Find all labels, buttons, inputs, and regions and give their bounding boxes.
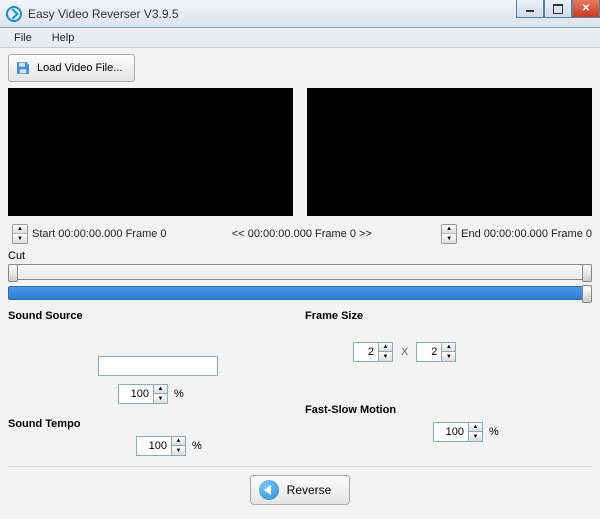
sound-source-percent-input[interactable] [119, 388, 153, 400]
menu-bar: File Help [0, 28, 600, 48]
spinner-down-icon[interactable]: ▼ [441, 352, 455, 361]
window-controls: ✕ [516, 0, 600, 18]
end-frame-spinner[interactable]: ▲ ▼ [441, 224, 457, 244]
spinner-up-icon[interactable]: ▲ [153, 385, 167, 394]
sound-source-percent-spinner[interactable]: ▲▼ [118, 384, 168, 404]
bottom-bar: Reverse [8, 466, 592, 505]
spinner-up-icon[interactable]: ▲ [441, 343, 455, 352]
spinner-up-icon[interactable]: ▲ [378, 343, 392, 352]
maximize-button[interactable] [544, 0, 572, 18]
spinner-down-icon[interactable]: ▼ [442, 234, 456, 243]
spinner-down-icon[interactable]: ▼ [171, 446, 185, 455]
spinner-up-icon[interactable]: ▲ [468, 423, 482, 432]
time-row: ▲ ▼ Start 00:00:00.000 Frame 0 << 00:00:… [8, 224, 592, 244]
start-frame-spinner[interactable]: ▲ ▼ [12, 224, 28, 244]
sound-source-input[interactable] [98, 356, 218, 376]
left-column: Sound Source ▲▼ % Sound Tempo ▲▼ % [8, 310, 295, 456]
content-area: Load Video File... ▲ ▼ Start 00:00:00.00… [0, 48, 600, 519]
percent-suffix: % [489, 426, 499, 438]
frame-height-spinner[interactable]: ▲▼ [416, 342, 456, 362]
preview-row [8, 88, 592, 216]
spinner-up-icon[interactable]: ▲ [442, 225, 456, 234]
percent-suffix: % [192, 440, 202, 452]
progress-handle[interactable] [582, 285, 592, 303]
cut-handle-start[interactable] [8, 264, 18, 282]
fast-slow-label: Fast-Slow Motion [305, 404, 592, 416]
spinner-down-icon[interactable]: ▼ [378, 352, 392, 361]
frame-size-label: Frame Size [305, 310, 592, 322]
frame-width-input[interactable] [354, 346, 378, 358]
fast-slow-input[interactable] [434, 426, 468, 438]
end-time-label: End 00:00:00.000 Frame 0 [461, 228, 592, 240]
cut-track[interactable] [8, 264, 592, 280]
load-video-label: Load Video File... [37, 62, 122, 74]
cut-label: Cut [8, 250, 592, 262]
start-time-label: Start 00:00:00.000 Frame 0 [32, 228, 167, 240]
menu-file[interactable]: File [4, 30, 42, 46]
reverse-arrow-icon [259, 480, 279, 500]
spinner-down-icon[interactable]: ▼ [153, 394, 167, 403]
diskette-icon [15, 60, 31, 76]
frame-height-input[interactable] [417, 346, 441, 358]
window-title: Easy Video Reverser V3.9.5 [28, 7, 179, 21]
spinner-up-icon[interactable]: ▲ [171, 437, 185, 446]
cut-handle-end[interactable] [582, 264, 592, 282]
reverse-label: Reverse [287, 483, 332, 497]
spinner-up-icon[interactable]: ▲ [13, 225, 27, 234]
menu-help[interactable]: Help [42, 30, 85, 46]
settings-grid: Sound Source ▲▼ % Sound Tempo ▲▼ % [8, 310, 592, 456]
sound-tempo-input[interactable] [137, 440, 171, 452]
load-video-button[interactable]: Load Video File... [8, 54, 135, 82]
spinner-down-icon[interactable]: ▼ [13, 234, 27, 243]
preview-left [8, 88, 293, 216]
sound-tempo-label: Sound Tempo [8, 418, 295, 430]
title-bar: Easy Video Reverser V3.9.5 ✕ [0, 0, 600, 28]
reverse-button[interactable]: Reverse [250, 475, 351, 505]
frame-width-spinner[interactable]: ▲▼ [353, 342, 393, 362]
preview-right [307, 88, 592, 216]
sound-source-label: Sound Source [8, 310, 295, 322]
fast-slow-spinner[interactable]: ▲▼ [433, 422, 483, 442]
right-column: Frame Size ▲▼ X ▲▼ Fast-Slow Motion ▲▼ [305, 310, 592, 456]
spinner-down-icon[interactable]: ▼ [468, 432, 482, 441]
app-icon [6, 6, 22, 22]
current-time-label: << 00:00:00.000 Frame 0 >> [232, 228, 372, 240]
dimension-separator: X [401, 346, 408, 358]
minimize-button[interactable] [516, 0, 544, 18]
percent-suffix: % [174, 388, 184, 400]
sound-tempo-spinner[interactable]: ▲▼ [136, 436, 186, 456]
progress-track[interactable] [8, 286, 592, 300]
close-button[interactable]: ✕ [572, 0, 600, 18]
